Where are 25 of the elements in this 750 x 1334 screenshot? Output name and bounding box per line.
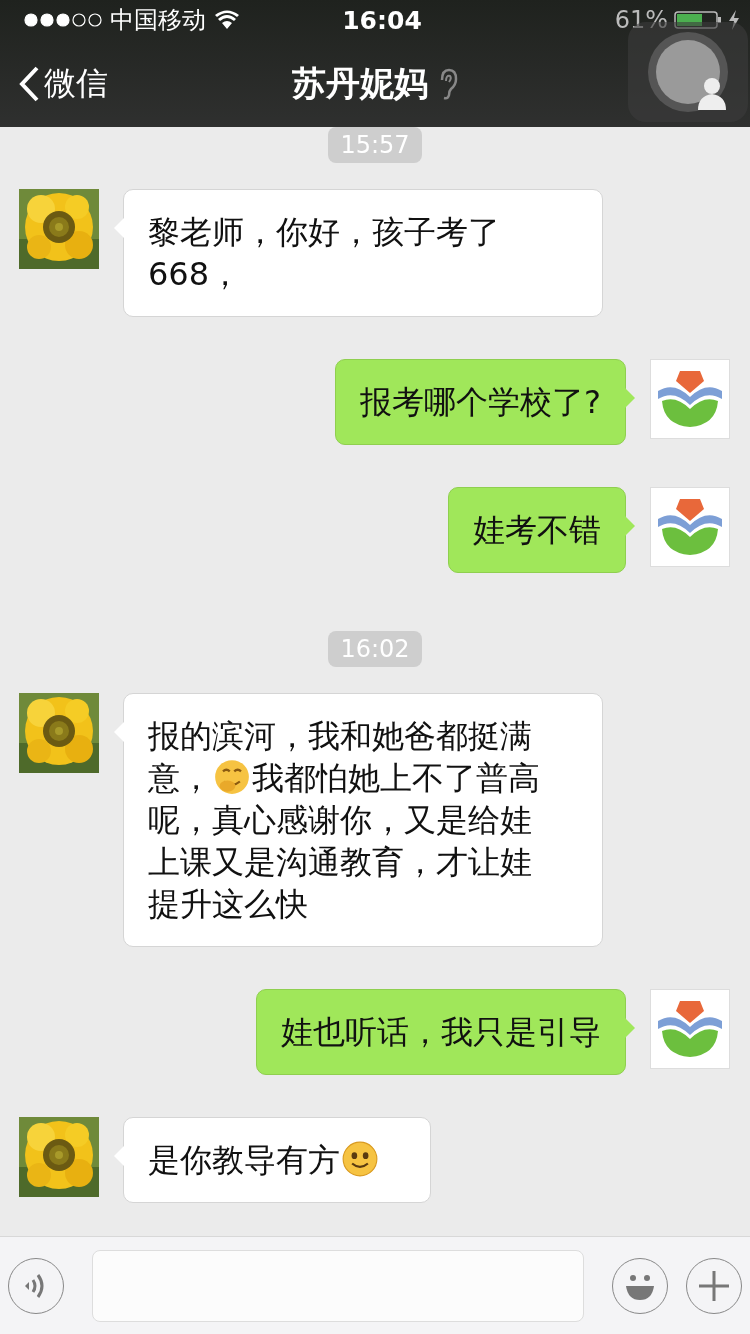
plus-icon bbox=[697, 1268, 731, 1303]
logo-icon bbox=[650, 359, 730, 439]
carrier: 中国移动 bbox=[110, 5, 206, 36]
logo-icon bbox=[650, 487, 730, 567]
message-text: 报考哪个学校了? bbox=[360, 382, 601, 423]
message-text: 报的滨河，我和她爸都挺满意， 我都怕她上不了普高呢，真心感谢你，又是给娃上课又是沟通教育，才让娃提升这么快 bbox=[148, 716, 541, 925]
signal-icon bbox=[24, 13, 102, 27]
ear-icon bbox=[438, 67, 458, 100]
person-icon bbox=[646, 30, 730, 114]
battery-icon bbox=[674, 10, 722, 30]
battery-percent: 61% bbox=[614, 6, 668, 34]
message-text: 黎老师，你好，孩子考了668， bbox=[148, 212, 501, 295]
message-text: 是你教导有方 bbox=[148, 1139, 380, 1181]
hugging-emoji-icon bbox=[214, 759, 250, 795]
back-button[interactable]: 微信 bbox=[18, 61, 108, 106]
message-text: 娃考不错 bbox=[473, 510, 601, 551]
back-chevron-icon bbox=[18, 65, 40, 102]
message-input[interactable] bbox=[92, 1249, 584, 1322]
charging-icon bbox=[728, 10, 740, 30]
clock: 16:04 bbox=[341, 5, 423, 35]
logo-icon bbox=[650, 989, 730, 1069]
message-text: 娃也听话，我只是引导 bbox=[281, 1012, 601, 1053]
chat-title: 苏丹妮妈 bbox=[292, 61, 428, 105]
smiley-emoji-icon bbox=[342, 1141, 378, 1177]
wifi-icon bbox=[214, 10, 240, 30]
